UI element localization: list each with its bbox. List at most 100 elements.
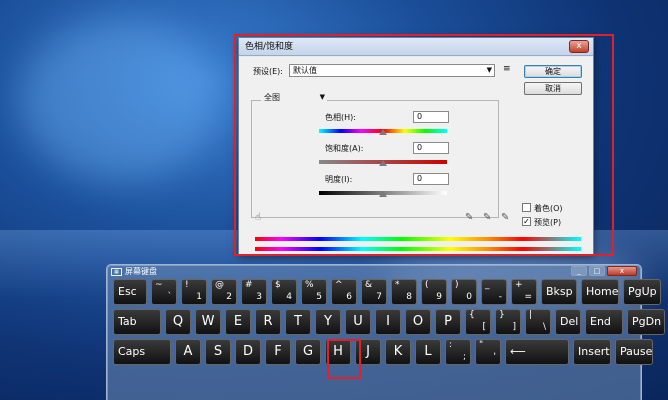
- key-k[interactable]: K: [385, 339, 411, 365]
- key-r[interactable]: R: [255, 309, 281, 335]
- key-symbol[interactable]: | \: [525, 309, 551, 335]
- key-base-symbol: 3: [256, 292, 262, 302]
- dialog-title: 色相/饱和度: [245, 42, 294, 52]
- key-base-symbol: [: [482, 322, 486, 332]
- saturation-input[interactable]: 0: [413, 142, 449, 154]
- dialog-titlebar[interactable]: 色相/饱和度 x: [239, 38, 593, 56]
- lightness-label: 明度(I):: [325, 175, 353, 184]
- key-h[interactable]: H: [325, 339, 351, 365]
- key-shift-symbol: :: [449, 340, 453, 350]
- key-l[interactable]: L: [415, 339, 441, 365]
- key-symbol[interactable]: ! 1: [181, 279, 207, 305]
- key-esc[interactable]: Esc: [113, 279, 147, 305]
- keyboard-icon: ▦: [111, 268, 122, 276]
- background-glow: [20, 20, 220, 180]
- key-bksp[interactable]: Bksp: [541, 279, 577, 305]
- key-symbol[interactable]: " ': [475, 339, 501, 365]
- key-base-symbol: =: [524, 292, 532, 302]
- menu-list-icon[interactable]: ≡: [503, 64, 511, 74]
- lightness-slider-thumb[interactable]: [379, 191, 387, 197]
- key-tab[interactable]: Tab: [113, 309, 161, 335]
- preview-checkbox[interactable]: ✓: [522, 217, 531, 226]
- eyedropper-icon[interactable]: ✎: [465, 212, 473, 223]
- key-u[interactable]: U: [345, 309, 371, 335]
- preview-label: 预览(P): [534, 218, 562, 227]
- key-pgdn[interactable]: PgDn: [627, 309, 665, 335]
- output-color-bar: [255, 247, 581, 251]
- keyboard-titlebar[interactable]: ▦ 屏幕键盘 _ □ x: [107, 265, 641, 279]
- channel-select[interactable]: 全图 ▼: [261, 92, 327, 105]
- preset-value: 默认值: [293, 66, 317, 75]
- key-shift-symbol: ": [479, 340, 484, 350]
- key-g[interactable]: G: [295, 339, 321, 365]
- key-p[interactable]: P: [435, 309, 461, 335]
- key-symbol[interactable]: @2: [211, 279, 237, 305]
- key-shift-symbol: _: [485, 280, 490, 290]
- key-e[interactable]: E: [225, 309, 251, 335]
- key-symbol[interactable]: (9: [421, 279, 447, 305]
- hand-adjust-icon[interactable]: ☝: [255, 212, 261, 223]
- key-t[interactable]: T: [285, 309, 311, 335]
- maximize-button[interactable]: □: [589, 266, 605, 276]
- key-pause[interactable]: Pause: [615, 339, 653, 365]
- adjustment-group: [251, 100, 499, 218]
- key-shift-symbol: %: [305, 280, 314, 290]
- key-symbol[interactable]: + =: [511, 279, 537, 305]
- key-q[interactable]: Q: [165, 309, 191, 335]
- key-del[interactable]: Del: [555, 309, 581, 335]
- colorize-checkbox[interactable]: [522, 203, 531, 212]
- key-symbol[interactable]: * 8: [391, 279, 417, 305]
- on-screen-keyboard: ▦ 屏幕键盘 _ □ x Esc ~ `! 1 @2 #3 $4% 5 ^ 6 & 7 * 8(9) 0 _ -…: [106, 264, 665, 400]
- preset-select[interactable]: 默认值 ▼: [289, 64, 495, 77]
- key-pgup[interactable]: PgUp: [623, 279, 661, 305]
- key-symbol[interactable]: $4: [271, 279, 297, 305]
- ok-button[interactable]: 确定: [524, 65, 582, 78]
- key-symbol[interactable]: _ -: [481, 279, 507, 305]
- lightness-input[interactable]: 0: [413, 173, 449, 185]
- key-shift-symbol: !: [185, 280, 189, 290]
- key-backspace[interactable]: ⟵: [505, 339, 569, 365]
- key-symbol[interactable]: #3: [241, 279, 267, 305]
- key-shift-symbol: $: [275, 280, 281, 290]
- key-base-symbol: 8: [406, 292, 412, 302]
- key-symbol[interactable]: ^ 6: [331, 279, 357, 305]
- cancel-button[interactable]: 取消: [524, 82, 582, 95]
- key-symbol[interactable]: }]: [495, 309, 521, 335]
- key-symbol[interactable]: :;: [445, 339, 471, 365]
- key-y[interactable]: Y: [315, 309, 341, 335]
- key-symbol[interactable]: ~ `: [151, 279, 177, 305]
- key-base-symbol: 1: [196, 292, 202, 302]
- chevron-down-icon: ▼: [486, 66, 492, 74]
- close-button[interactable]: x: [569, 40, 589, 53]
- key-base-symbol: 5: [316, 292, 322, 302]
- key-caps[interactable]: Caps: [113, 339, 171, 365]
- hue-slider-thumb[interactable]: [379, 129, 387, 135]
- preset-label: 预设(E):: [253, 67, 283, 76]
- key-insert[interactable]: Insert: [573, 339, 611, 365]
- key-f[interactable]: F: [265, 339, 291, 365]
- minimize-button[interactable]: _: [571, 266, 587, 276]
- key-symbol[interactable]: ) 0: [451, 279, 477, 305]
- close-button[interactable]: x: [607, 266, 637, 276]
- key-symbol[interactable]: % 5: [301, 279, 327, 305]
- key-end[interactable]: End: [585, 309, 623, 335]
- eyedropper-plus-icon[interactable]: ✎: [483, 212, 491, 223]
- key-base-symbol: 6: [346, 292, 352, 302]
- key-a[interactable]: A: [175, 339, 201, 365]
- eyedropper-minus-icon[interactable]: ✎: [501, 212, 509, 223]
- key-shift-symbol: (: [425, 280, 429, 290]
- key-s[interactable]: S: [205, 339, 231, 365]
- key-home[interactable]: Home: [581, 279, 619, 305]
- key-i[interactable]: I: [375, 309, 401, 335]
- chevron-down-icon: ▼: [319, 93, 325, 101]
- key-j[interactable]: J: [355, 339, 381, 365]
- key-shift-symbol: ^: [335, 280, 343, 290]
- key-w[interactable]: W: [195, 309, 221, 335]
- hue-input[interactable]: 0: [413, 111, 449, 123]
- key-base-symbol: 7: [376, 292, 382, 302]
- key-d[interactable]: D: [235, 339, 261, 365]
- key-symbol[interactable]: {[: [465, 309, 491, 335]
- saturation-slider-thumb[interactable]: [379, 160, 387, 166]
- key-symbol[interactable]: & 7: [361, 279, 387, 305]
- key-o[interactable]: O: [405, 309, 431, 335]
